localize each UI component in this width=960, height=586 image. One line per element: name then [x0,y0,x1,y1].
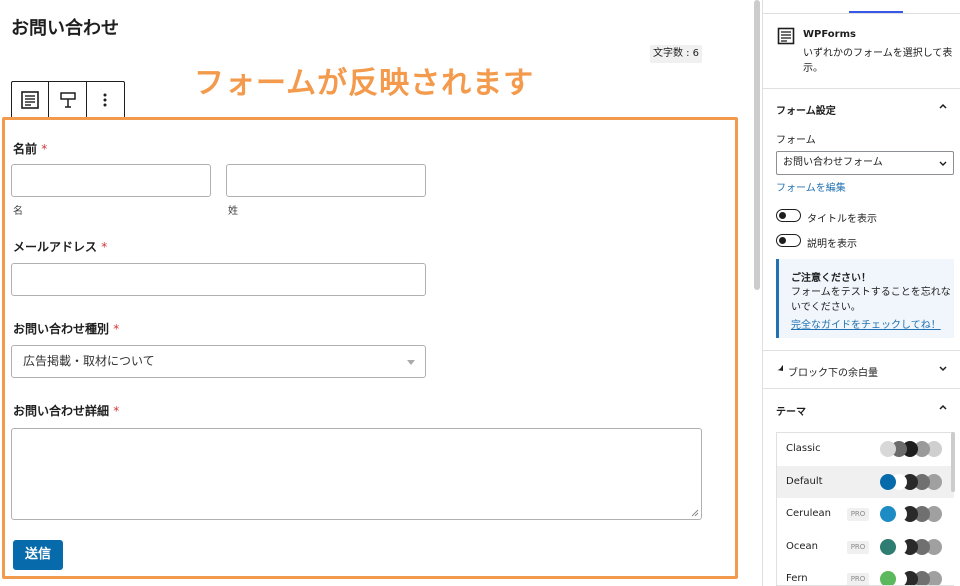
chevron-down-icon[interactable] [938,364,948,374]
divider [763,350,960,351]
theme-option-fern[interactable]: Fern PRO [777,563,954,585]
block-toolbar [11,81,125,119]
inquiry-type-label: お問い合わせ種別 * [13,322,120,336]
editor-canvas: お問い合わせ 文字数 : 6 フォームが反映されます 名前 * 名 姓 メールア… [0,0,752,586]
notice-body: フォームをテストすることを忘れないでください。 [791,287,951,313]
theme-swatches [880,571,942,585]
theme-list: Classic Default Cerulean PRO Ocean PRO Fern PRO [776,432,954,586]
move-handle-button[interactable] [49,82,87,118]
editor-scrollbar[interactable] [752,0,762,586]
theme-name: Ocean [786,540,818,552]
more-options-button[interactable] [87,82,124,118]
inquiry-detail-textarea[interactable] [11,428,702,520]
annotation-text: フォームが反映されます [194,66,535,101]
char-count-badge: 文字数 : 6 [650,45,702,63]
form-select-value: お問い合わせフォーム [783,157,883,168]
first-name-input[interactable] [11,164,211,197]
block-type-button[interactable] [12,82,50,118]
theme-name: Fern [786,573,808,584]
email-label: メールアドレス * [13,240,108,254]
drag-handle-icon [59,92,76,108]
show-description-toggle[interactable] [776,234,801,247]
theme-name: Cerulean [786,508,831,519]
form-select[interactable]: お問い合わせフォーム [776,151,954,175]
theme-heading[interactable]: テーマ [776,403,806,418]
pro-badge: PRO [847,540,869,554]
show-title-label: タイトルを表示 [807,214,877,225]
color-swatch [880,571,896,585]
theme-name: Default [786,475,823,487]
spacing-heading[interactable]: ブロック下の余白量 [788,364,878,379]
show-title-toggle[interactable] [776,209,801,222]
theme-option-ocean[interactable]: Ocean PRO [777,531,954,563]
notice-box: ご注意ください！ フォームをテストすることを忘れないでください。 完全なガイドを… [776,259,954,338]
color-swatch [880,506,896,522]
notice-title: ご注意ください！ [791,273,871,284]
theme-swatches [880,473,942,490]
theme-swatches [880,506,942,522]
chevron-down-icon [939,161,947,166]
theme-option-cerulean[interactable]: Cerulean PRO [777,498,954,530]
wpforms-form-icon [21,91,39,109]
color-swatch [880,473,896,490]
edit-form-link[interactable]: フォームを編集 [776,179,846,194]
chevron-up-icon[interactable] [938,402,948,412]
chevron-up-icon[interactable] [938,101,948,111]
form-select-label: フォーム [776,135,816,146]
last-name-sublabel: 姓 [228,206,238,217]
color-swatch [880,441,896,457]
theme-swatches [880,441,942,457]
pro-badge: PRO [847,508,869,521]
wpforms-block-icon [777,27,795,45]
guide-link[interactable]: 完全なガイドをチェックしてね！ [791,316,941,331]
spacing-icon [777,365,783,371]
submit-button[interactable]: 送信 [13,540,63,570]
caret-down-icon [407,360,415,365]
page-title[interactable]: お問い合わせ [11,14,119,40]
inquiry-detail-label: お問い合わせ詳細 * [13,404,120,418]
theme-list-scrollbar[interactable] [951,432,955,492]
show-description-label: 説明を表示 [807,239,857,250]
theme-option-classic[interactable]: Classic [777,433,954,465]
resize-handle-icon[interactable] [691,509,699,517]
email-input[interactable] [11,263,426,296]
theme-name: Classic [786,443,821,454]
wpforms-form-block[interactable]: 名前 * 名 姓 メールアドレス * お問い合わせ種別 * 広告掲載・取材につい… [2,117,738,579]
color-swatch [880,538,896,555]
inquiry-type-select[interactable]: 広告掲載・取材について [11,345,426,378]
settings-sidebar: WPForms いずれかのフォームを選択して表示。 フォーム設定 フォーム お問… [762,0,960,586]
active-tab-indicator [849,11,903,13]
block-description: いずれかのフォームを選択して表示。 [803,48,953,74]
editor-window: お問い合わせ 文字数 : 6 フォームが反映されます 名前 * 名 姓 メールア… [0,0,960,586]
first-name-sublabel: 名 [13,206,23,217]
divider [763,13,960,14]
inquiry-type-value: 広告掲載・取材について [23,354,155,368]
theme-swatches [880,538,942,555]
last-name-input[interactable] [226,164,426,197]
block-title: WPForms [803,29,856,40]
divider [763,88,960,89]
more-vertical-icon [103,93,107,107]
scrollbar-thumb[interactable] [754,0,760,290]
form-settings-heading[interactable]: フォーム設定 [776,102,836,117]
pro-badge: PRO [847,573,869,585]
theme-option-default[interactable]: Default [777,465,954,498]
divider [763,388,960,389]
name-label: 名前 * [13,142,48,156]
